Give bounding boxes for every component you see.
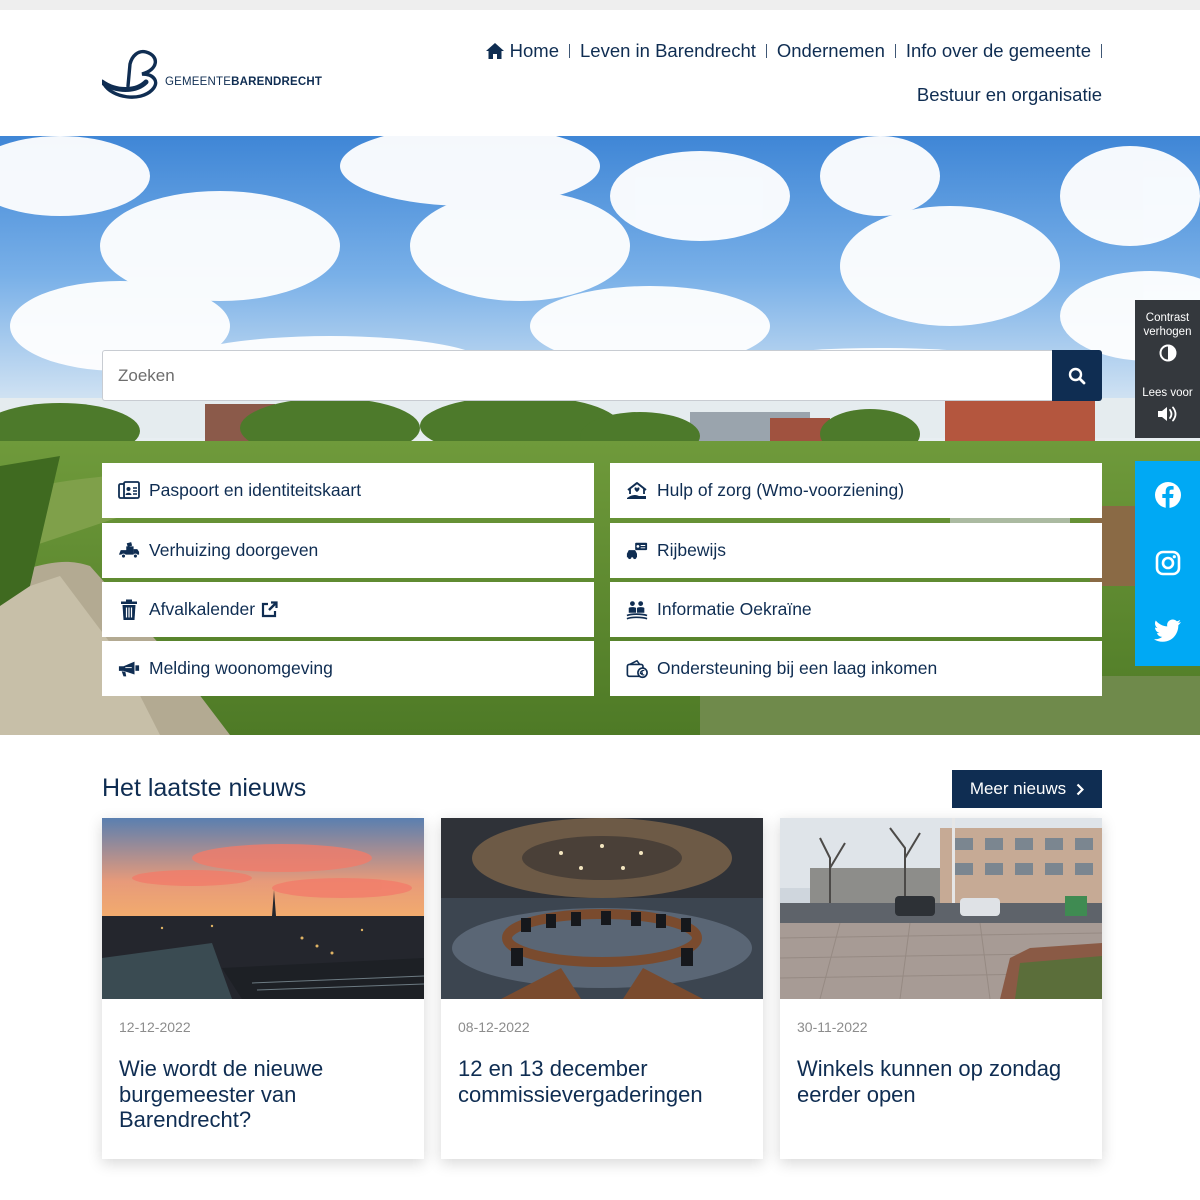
- site-logo[interactable]: GEMEENTEBARENDRECHT: [99, 46, 322, 102]
- news-image-sunset: [102, 818, 424, 999]
- external-link-icon: [261, 601, 278, 618]
- search-input[interactable]: [102, 350, 1052, 401]
- nav-home[interactable]: Home: [485, 40, 559, 62]
- nav-separator: [1101, 44, 1102, 58]
- news-date: 30-11-2022: [797, 1019, 868, 1035]
- people-info-icon: [626, 600, 648, 620]
- chevron-right-icon: [1076, 783, 1085, 795]
- facebook-icon: [1154, 482, 1181, 508]
- facebook-link[interactable]: [1135, 461, 1200, 529]
- site-header: GEMEENTEBARENDRECHT Home Leven in Barend…: [0, 10, 1200, 136]
- social-media-bar: [1135, 461, 1200, 666]
- nav-separator: [569, 44, 570, 58]
- search-button[interactable]: [1052, 350, 1102, 401]
- news-card-winkels-zondag[interactable]: 30-11-2022 Winkels kunnen op zondag eerd…: [780, 818, 1102, 1159]
- tile-ondersteuning-laag-inkomen[interactable]: Ondersteuning bij een laag inkomen: [610, 641, 1102, 696]
- news-title: Wie wordt de nieuwe burgemeester van Bar…: [119, 1056, 324, 1132]
- top-strip: [0, 0, 1200, 10]
- nav-separator: [765, 44, 767, 58]
- tile-afvalkalender[interactable]: Afvalkalender: [102, 582, 594, 637]
- tile-hulp-of-zorg[interactable]: Hulp of zorg (Wmo-voorziening): [610, 463, 1102, 518]
- moving-truck-icon: [118, 541, 140, 559]
- wallet-icon: [626, 659, 648, 678]
- news-image-shopping-street: [780, 818, 1102, 999]
- logo-text: GEMEENTEBARENDRECHT: [165, 76, 323, 88]
- contrast-toggle[interactable]: Contrast verhogen: [1135, 311, 1200, 362]
- news-date: 08-12-2022: [458, 1019, 530, 1035]
- barendrecht-b-logo-icon: [99, 49, 158, 99]
- nav-separator: [894, 44, 896, 58]
- more-news-button[interactable]: Meer nieuws: [952, 770, 1102, 808]
- contrast-icon: [1159, 344, 1176, 362]
- instagram-icon: [1155, 550, 1180, 576]
- news-image-council-chamber: [441, 818, 763, 999]
- speaker-icon: [1157, 406, 1176, 422]
- news-date: 12-12-2022: [119, 1019, 191, 1035]
- news-card-commissievergaderingen[interactable]: 08-12-2022 12 en 13 december commissieve…: [441, 818, 763, 1159]
- main-navigation: Home Leven in Barendrecht Ondernemen Inf…: [462, 36, 1102, 126]
- news-section-title: Het laatste nieuws: [102, 774, 307, 802]
- nav-leven-in-barendrecht[interactable]: Leven in Barendrecht: [580, 40, 756, 62]
- search-bar: [102, 350, 1102, 401]
- news-card-burgemeester[interactable]: 12-12-2022 Wie wordt de nieuwe burgemees…: [102, 818, 424, 1159]
- nav-info-over-de-gemeente[interactable]: Info over de gemeente: [906, 40, 1091, 62]
- care-house-icon: [627, 481, 647, 499]
- read-aloud-button[interactable]: Lees voor: [1135, 386, 1200, 423]
- twitter-icon: [1153, 619, 1181, 642]
- news-title: 12 en 13 december commissievergaderingen: [458, 1056, 703, 1107]
- news-title: Winkels kunnen op zondag eerder open: [797, 1056, 1062, 1107]
- nav-ondernemen[interactable]: Ondernemen: [777, 40, 885, 62]
- tile-rijbewijs[interactable]: Rijbewijs: [610, 523, 1102, 578]
- accessibility-panel: Contrast verhogen Lees voor: [1135, 300, 1200, 438]
- tile-paspoort[interactable]: Paspoort en identiteitskaart: [102, 463, 594, 518]
- tile-verhuizing[interactable]: Verhuizing doorgeven: [102, 523, 594, 578]
- home-icon: [485, 43, 504, 59]
- instagram-link[interactable]: [1135, 529, 1200, 597]
- nav-bestuur-en-organisatie[interactable]: Bestuur en organisatie: [917, 84, 1102, 106]
- id-card-icon: [118, 480, 140, 499]
- driver-license-icon: [626, 542, 648, 559]
- megaphone-icon: [118, 661, 140, 676]
- trash-icon: [121, 599, 137, 620]
- tile-melding-woonomgeving[interactable]: Melding woonomgeving: [102, 641, 594, 696]
- tile-informatie-oekraine[interactable]: Informatie Oekraïne: [610, 582, 1102, 637]
- search-icon: [1068, 367, 1086, 384]
- twitter-link[interactable]: [1135, 597, 1200, 665]
